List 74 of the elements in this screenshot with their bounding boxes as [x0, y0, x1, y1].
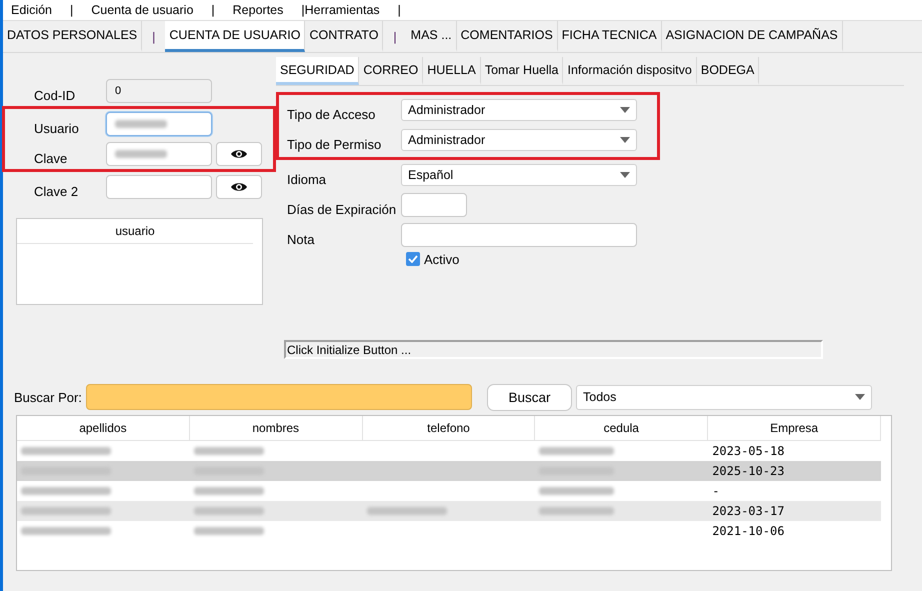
- tab-separator: |: [151, 28, 156, 46]
- input-field[interactable]: [401, 193, 467, 217]
- search-field[interactable]: [86, 384, 472, 410]
- dropdown[interactable]: Español: [401, 164, 637, 186]
- redacted-text: [115, 150, 167, 158]
- show-password-button[interactable]: [216, 175, 262, 199]
- table-row[interactable]: 2023-03-17: [17, 501, 881, 521]
- tab-separator: |: [392, 28, 398, 46]
- eye-icon: [230, 148, 248, 160]
- input-field[interactable]: [106, 142, 212, 166]
- field-label: Usuario: [33, 120, 80, 136]
- table-row[interactable]: 2025-10-23: [17, 461, 881, 481]
- tab[interactable]: CONTRATO: [305, 21, 384, 52]
- dropdown[interactable]: Administrador: [401, 99, 637, 121]
- menu-item[interactable]: Reportes: [232, 3, 284, 17]
- input-field[interactable]: [106, 175, 212, 199]
- menu-item[interactable]: Edición: [11, 3, 52, 17]
- search-button[interactable]: Buscar: [487, 384, 572, 410]
- show-password-button[interactable]: [216, 142, 262, 166]
- caret-icon: [620, 137, 630, 143]
- column-header[interactable]: Empresa: [708, 416, 881, 440]
- filter-dropdown[interactable]: Todos: [576, 384, 872, 410]
- tab[interactable]: HUELLA: [423, 57, 481, 85]
- field-label: Días de Expiración: [286, 200, 398, 216]
- redacted-text: [194, 507, 264, 515]
- column-header[interactable]: cedula: [535, 416, 708, 440]
- tab[interactable]: DATOS PERSONALES: [3, 21, 142, 52]
- field-label: Idioma: [286, 170, 328, 186]
- search-label: Buscar Por:: [14, 390, 83, 404]
- column-header[interactable]: apellidos: [17, 416, 190, 440]
- table-cell: 2023-03-17: [712, 504, 784, 518]
- input-field[interactable]: [401, 223, 637, 247]
- tab[interactable]: Información dispositvo: [563, 57, 697, 85]
- menu-item[interactable]: |: [398, 3, 401, 17]
- tab[interactable]: MAS ...: [406, 21, 457, 52]
- field-label: Nota: [286, 230, 316, 246]
- field-label: Clave 2: [33, 182, 80, 198]
- redacted-text: [194, 487, 264, 495]
- checkbox-label: Activo: [424, 252, 460, 266]
- tab[interactable]: CORREO: [359, 57, 424, 85]
- menu-separator: |: [211, 3, 215, 17]
- field-label: Tipo de Acceso: [286, 106, 376, 122]
- tab[interactable]: FICHA TECNICA: [558, 21, 662, 52]
- redacted-text: [194, 447, 264, 455]
- tab[interactable]: CUENTA DE USUARIO: [165, 21, 306, 52]
- field-label: Tipo de Permiso: [286, 136, 382, 152]
- column-header[interactable]: nombres: [190, 416, 363, 440]
- tab[interactable]: BODEGA: [696, 57, 760, 85]
- field-label: Clave: [33, 150, 68, 166]
- cod-id-field[interactable]: 0: [106, 79, 212, 103]
- caret-icon: [855, 394, 865, 400]
- input-field[interactable]: [106, 112, 212, 136]
- field-label: Cod-ID: [33, 86, 76, 102]
- redacted-text: [115, 120, 167, 128]
- menu-separator: |Herramientas: [301, 3, 380, 17]
- caret-icon: [620, 107, 630, 113]
- column-header[interactable]: telefono: [362, 416, 536, 440]
- status-field: Click Initialize Button ...: [284, 340, 823, 359]
- caret-icon: [620, 172, 630, 178]
- table-cell: 2021-10-06: [712, 524, 784, 538]
- tab[interactable]: SEGURIDAD: [276, 57, 360, 85]
- menu-item[interactable]: Cuenta de usuario: [91, 3, 194, 17]
- redacted-text: [194, 527, 264, 535]
- tab[interactable]: ASIGNACION DE CAMPAÑAS: [662, 21, 843, 52]
- column-header: usuario: [17, 219, 253, 244]
- checkbox[interactable]: [406, 252, 420, 266]
- tab[interactable]: COMENTARIOS: [456, 21, 558, 52]
- table-cell: -: [712, 484, 720, 498]
- table-cell: 2025-10-23: [712, 464, 784, 478]
- dropdown[interactable]: Administrador: [401, 129, 637, 151]
- table-cell: 2023-05-18: [712, 444, 784, 458]
- tab[interactable]: Tomar Huella: [480, 57, 564, 85]
- eye-icon: [230, 181, 248, 193]
- menu-separator: |: [70, 3, 74, 17]
